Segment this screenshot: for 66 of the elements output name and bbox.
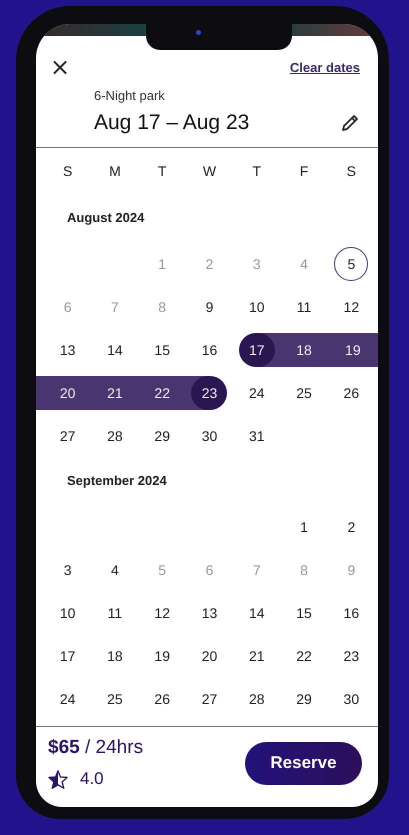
calendar-day[interactable]: 19: [328, 332, 378, 366]
calendar-day[interactable]: 28: [233, 682, 280, 716]
calendar-day[interactable]: 13: [44, 332, 92, 366]
calendar-day[interactable]: 11: [91, 596, 139, 630]
calendar-day[interactable]: 13: [186, 596, 234, 630]
calendar-day[interactable]: 22: [280, 638, 328, 672]
calendar-day[interactable]: 29: [138, 418, 186, 452]
half-star-icon: [48, 770, 68, 788]
rating-value: 4.0: [80, 769, 104, 789]
close-button[interactable]: ×: [48, 55, 72, 79]
calendar-day[interactable]: 3: [44, 552, 92, 586]
calendar-day[interactable]: 10: [44, 596, 92, 630]
weekday-label: W: [202, 163, 218, 179]
camera-icon: [196, 30, 201, 35]
calendar-day[interactable]: 26: [138, 682, 186, 716]
calendar-day[interactable]: 20: [186, 638, 234, 672]
weekday-label: S: [62, 163, 74, 179]
calendar-day[interactable]: 23: [328, 638, 375, 672]
calendar-day[interactable]: 15: [138, 332, 186, 366]
calendar-day[interactable]: 5: [328, 246, 375, 280]
month-title: August 2024: [66, 209, 146, 227]
calendar-day[interactable]: 30: [186, 418, 234, 452]
edit-icon[interactable]: [340, 113, 360, 133]
calendar-day[interactable]: 18: [280, 332, 328, 366]
calendar-day[interactable]: 28: [91, 418, 139, 452]
calendar-day[interactable]: 14: [233, 596, 280, 630]
subtitle: 6-Night park: [94, 88, 166, 103]
reserve-button[interactable]: Reserve: [245, 742, 362, 784]
calendar-day[interactable]: 12: [328, 290, 375, 324]
calendar-day[interactable]: 25: [280, 376, 328, 410]
calendar-day[interactable]: 22: [138, 376, 186, 410]
calendar-day[interactable]: 27: [186, 682, 234, 716]
clear-dates-link[interactable]: Clear dates: [290, 60, 360, 74]
calendar-day[interactable]: 11: [280, 290, 328, 324]
calendar-day[interactable]: 12: [138, 596, 186, 630]
calendar-day[interactable]: 21: [91, 376, 139, 410]
calendar-day[interactable]: 14: [91, 332, 139, 366]
weekday-label: F: [298, 163, 310, 179]
calendar-day[interactable]: 26: [328, 376, 375, 410]
date-range-title: Aug 17 – Aug 23: [94, 111, 250, 135]
calendar-day[interactable]: 16: [186, 332, 234, 366]
calendar-day[interactable]: 24: [233, 376, 280, 410]
weekday-label: T: [252, 163, 262, 179]
calendar-day[interactable]: 24: [44, 682, 92, 716]
month-title: September 2024: [66, 472, 168, 490]
calendar-day[interactable]: 25: [91, 682, 139, 716]
calendar-day[interactable]: 20: [36, 376, 92, 410]
calendar-day[interactable]: 19: [138, 638, 186, 672]
calendar-day[interactable]: 15: [280, 596, 328, 630]
calendar-day[interactable]: 16: [328, 596, 375, 630]
calendar-day[interactable]: 18: [91, 638, 139, 672]
weekday-label: T: [156, 163, 168, 179]
calendar-day[interactable]: 27: [44, 418, 92, 452]
calendar-day[interactable]: 1: [280, 510, 328, 544]
price-text: $65 / 24hrs: [48, 737, 144, 759]
calendar-day[interactable]: 21: [233, 638, 280, 672]
calendar-day[interactable]: 10: [233, 290, 280, 324]
calendar-day[interactable]: 2: [328, 510, 375, 544]
weekday-label: M: [108, 163, 122, 179]
calendar-day[interactable]: 4: [91, 552, 139, 586]
weekday-label: S: [346, 163, 358, 179]
calendar-day[interactable]: 17: [44, 638, 92, 672]
calendar-day[interactable]: 31: [233, 418, 280, 452]
calendar-day[interactable]: 30: [328, 682, 375, 716]
calendar-day[interactable]: 9: [186, 290, 234, 324]
calendar-day[interactable]: 29: [280, 682, 328, 716]
